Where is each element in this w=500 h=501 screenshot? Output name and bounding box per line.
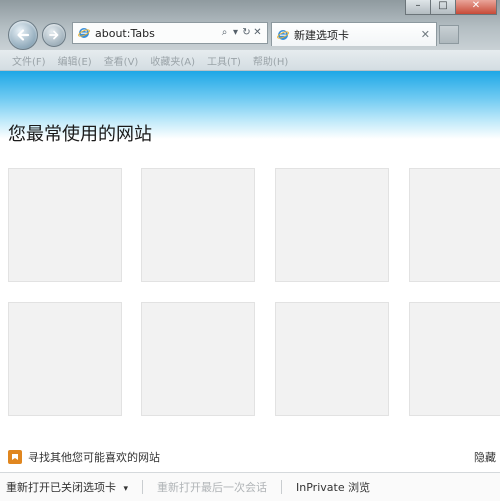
address-input[interactable]: about:Tabs (95, 27, 219, 40)
ie-tab-icon (277, 29, 289, 40)
menu-edit[interactable]: 编辑(E) (58, 53, 92, 68)
close-tab-icon[interactable]: ✕ (421, 28, 430, 41)
menu-tools[interactable]: 工具(T) (207, 53, 241, 68)
menu-favorites[interactable]: 收藏夹(A) (150, 53, 195, 68)
stop-icon[interactable]: ✕ (252, 23, 263, 43)
address-bar[interactable]: about:Tabs ⌕ ▾ ↻ ✕ (72, 22, 268, 44)
reopen-last-session-button[interactable]: 重新打开最后一次会话 (157, 479, 267, 495)
forward-arrow-icon (49, 30, 59, 40)
forward-button[interactable] (42, 23, 66, 47)
menu-bar: 文件(F) 编辑(E) 查看(V) 收藏夹(A) 工具(T) 帮助(H) (0, 50, 500, 71)
ie-page-icon (78, 28, 90, 38)
tab-footer-bar: 重新打开已关闭选项卡 ▾ 重新打开最后一次会话 InPrivate 浏览 (0, 472, 500, 501)
site-tile[interactable] (8, 168, 122, 282)
maximize-button[interactable]: □ (430, 0, 456, 15)
hide-link[interactable]: 隐藏 (474, 449, 496, 465)
suggested-sites-icon (8, 450, 22, 464)
tab-new-tab[interactable]: 新建选项卡 ✕ (271, 22, 437, 46)
site-tile[interactable] (409, 168, 500, 282)
reopen-closed-tabs-button[interactable]: 重新打开已关闭选项卡 ▾ (6, 479, 128, 495)
divider (142, 480, 144, 494)
site-tile[interactable] (409, 302, 500, 416)
minimize-button[interactable]: – (405, 0, 431, 15)
close-window-button[interactable]: ✕ (455, 0, 497, 15)
discover-sites-label: 寻找其他您可能喜欢的网站 (28, 451, 160, 464)
site-tile[interactable] (275, 168, 389, 282)
menu-help[interactable]: 帮助(H) (253, 53, 288, 68)
chevron-down-icon: ▾ (123, 484, 129, 494)
reopen-closed-tabs-label: 重新打开已关闭选项卡 (6, 481, 116, 494)
tab-title: 新建选项卡 (294, 28, 349, 42)
site-tile[interactable] (275, 302, 389, 416)
new-tab-button[interactable] (439, 25, 459, 44)
page-title: 您最常使用的网站 (8, 124, 152, 145)
site-tile[interactable] (8, 302, 122, 416)
browser-chrome: – □ ✕ about:Tabs ⌕ ▾ ↻ ✕ 新建选项卡 ✕ (0, 0, 500, 50)
refresh-icon[interactable]: ↻ (241, 23, 252, 43)
site-tile[interactable] (141, 168, 255, 282)
search-icon[interactable]: ⌕ (219, 23, 230, 43)
back-button[interactable] (8, 20, 38, 50)
menu-file[interactable]: 文件(F) (12, 53, 46, 68)
back-arrow-icon (17, 29, 30, 41)
inprivate-button[interactable]: InPrivate 浏览 (296, 479, 370, 495)
divider (281, 480, 283, 494)
discover-sites-link[interactable]: 寻找其他您可能喜欢的网站 (8, 449, 160, 465)
address-dropdown-icon[interactable]: ▾ (230, 23, 241, 43)
site-tile[interactable] (141, 302, 255, 416)
menu-view[interactable]: 查看(V) (104, 53, 139, 68)
